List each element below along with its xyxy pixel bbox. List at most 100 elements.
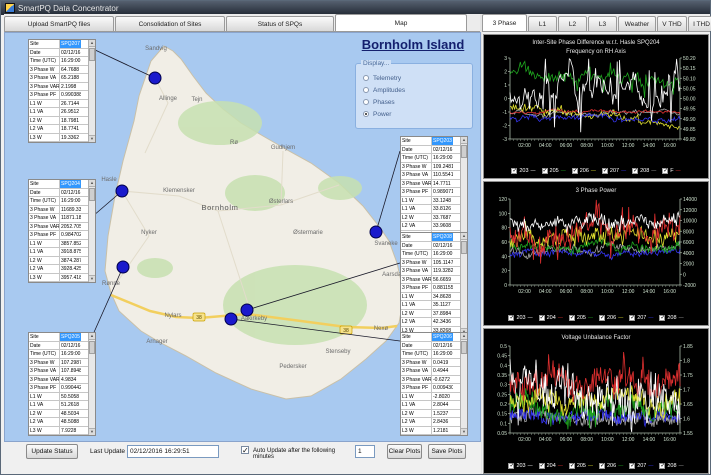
radio-icon[interactable]: [363, 75, 369, 81]
legend-checkbox[interactable]: ✓: [508, 463, 514, 469]
legend-checkbox[interactable]: ✓: [508, 315, 514, 321]
legend-checkbox[interactable]: ✓: [629, 463, 635, 469]
scroll-down-icon[interactable]: ▼: [89, 428, 95, 435]
legend-checkbox[interactable]: ✓: [599, 315, 605, 321]
value-cell: 0.0419: [432, 359, 453, 367]
legend-checkbox[interactable]: ✓: [599, 463, 605, 469]
scroll-thumb[interactable]: [461, 241, 467, 254]
table-scrollbar[interactable]: ▲▼: [88, 333, 95, 435]
legend-checkbox[interactable]: ✓: [539, 463, 545, 469]
scroll-up-icon[interactable]: ▲: [89, 40, 95, 47]
map-panel[interactable]: 3838 SandvigAllingeTejnRøGudhjemHasleKle…: [4, 32, 481, 442]
row-label: 3 Phase PF: [29, 384, 60, 392]
site-marker-spq207[interactable]: [149, 72, 161, 84]
tab-3-phase[interactable]: 3 Phase: [482, 14, 527, 31]
tab-status-of-spqs[interactable]: Status of SPQs: [226, 16, 334, 31]
legend-checkbox[interactable]: ✓: [662, 168, 668, 174]
legend-checkbox[interactable]: ✓: [572, 168, 578, 174]
scroll-up-icon[interactable]: ▲: [89, 180, 95, 187]
table-scrollbar[interactable]: ▲▼: [460, 233, 467, 335]
table-scrollbar[interactable]: ▲▼: [460, 137, 467, 239]
auto-update-checkbox[interactable]: ✓: [241, 446, 249, 454]
site-table-spq206: SiteSPQ206Date02/12/16Time (UTC)16:29:00…: [400, 332, 468, 436]
value-cell: 16:29:00: [432, 154, 453, 162]
display-option-power[interactable]: Power: [356, 108, 472, 120]
last-update-field[interactable]: [127, 445, 219, 458]
site-id-cell[interactable]: SPQ208: [432, 233, 453, 241]
scroll-up-icon[interactable]: ▲: [461, 333, 467, 340]
site-id-cell[interactable]: SPQ207: [60, 40, 81, 48]
site-id-cell[interactable]: SPQ205: [60, 333, 81, 341]
legend-checkbox[interactable]: ✓: [569, 463, 575, 469]
row-label: Site: [29, 180, 60, 188]
value-cell: 35.1127: [432, 301, 453, 309]
legend-checkbox[interactable]: ✓: [659, 315, 665, 321]
tab-upload-smartpq-files[interactable]: Upload SmartPQ files: [4, 16, 114, 31]
display-option-phases[interactable]: Phases: [356, 96, 472, 108]
site-id-cell[interactable]: SPQ204: [60, 180, 81, 188]
left-axis-tick: -2: [503, 124, 508, 130]
chart-legend: ✓203—✓205—✓206—✓207—✓208—✓F—: [484, 165, 708, 177]
scroll-up-icon[interactable]: ▲: [461, 137, 467, 144]
row-label: 3 Phase W: [29, 359, 60, 367]
legend-checkbox[interactable]: ✓: [511, 168, 517, 174]
site-marker-spq208[interactable]: [241, 304, 253, 316]
scroll-thumb[interactable]: [461, 341, 467, 354]
table-scrollbar[interactable]: ▲▼: [460, 333, 467, 435]
radio-icon[interactable]: [363, 99, 369, 105]
update-status-button[interactable]: Update Status: [26, 444, 78, 459]
title-bar[interactable]: SmartPQ Data Concentrator: [1, 1, 710, 15]
scroll-down-icon[interactable]: ▼: [89, 275, 95, 282]
display-option-telemetry[interactable]: Telemetry: [356, 72, 472, 84]
x-axis-tick: 12:00: [622, 289, 635, 295]
value-cell: 0.989071: [432, 188, 453, 196]
tab-l3[interactable]: L3: [588, 16, 617, 31]
auto-update-minutes-field[interactable]: [355, 445, 375, 458]
tab-i-thd[interactable]: I THD: [688, 16, 711, 31]
scroll-up-icon[interactable]: ▲: [461, 233, 467, 240]
scroll-thumb[interactable]: [461, 145, 467, 158]
scroll-down-icon[interactable]: ▼: [461, 428, 467, 435]
table-scrollbar[interactable]: ▲▼: [88, 180, 95, 282]
town-label-nylars: Nylars: [164, 313, 181, 319]
legend-checkbox[interactable]: ✓: [539, 315, 545, 321]
legend-checkbox[interactable]: ✓: [602, 168, 608, 174]
row-label: Time (UTC): [401, 154, 432, 162]
tab-l1[interactable]: L1: [528, 16, 557, 31]
scroll-down-icon[interactable]: ▼: [89, 135, 95, 142]
display-option-amplitudes[interactable]: Amplitudes: [356, 84, 472, 96]
table-row: L2 W48.5034: [29, 410, 95, 419]
clear-plots-button[interactable]: Clear Plots: [387, 444, 422, 459]
table-row: 3 Phase VAR-0.6272: [401, 376, 467, 385]
site-marker-spq204[interactable]: [116, 185, 128, 197]
scroll-thumb[interactable]: [89, 188, 95, 201]
legend-checkbox[interactable]: ✓: [569, 315, 575, 321]
radio-icon[interactable]: [363, 111, 369, 117]
value-cell: 0.881155: [432, 284, 453, 292]
right-axis-tick: -2000: [683, 283, 696, 289]
tab-consolidation-of-sites[interactable]: Consolidation of Sites: [115, 16, 225, 31]
scroll-thumb[interactable]: [89, 48, 95, 61]
radio-icon[interactable]: [363, 87, 369, 93]
tab-map[interactable]: Map: [335, 14, 467, 31]
legend-checkbox[interactable]: ✓: [542, 168, 548, 174]
save-plots-button[interactable]: Save Plots: [428, 444, 466, 459]
legend-label: 204: [547, 315, 556, 321]
tab-weather[interactable]: Weather: [618, 16, 656, 31]
site-marker-spq206[interactable]: [225, 313, 237, 325]
value-cell: 0.990442: [60, 384, 81, 392]
scroll-up-icon[interactable]: ▲: [89, 333, 95, 340]
tab-v-thd[interactable]: V THD: [657, 16, 687, 31]
site-marker-spq205[interactable]: [117, 261, 129, 273]
site-id-cell[interactable]: SPQ206: [432, 333, 453, 341]
tab-l2[interactable]: L2: [558, 16, 587, 31]
site-marker-spq203[interactable]: [370, 226, 382, 238]
left-axis-tick: 60: [501, 240, 507, 246]
scroll-thumb[interactable]: [89, 341, 95, 354]
legend-checkbox[interactable]: ✓: [629, 315, 635, 321]
legend-checkbox[interactable]: ✓: [659, 463, 665, 469]
legend-checkbox[interactable]: ✓: [632, 168, 638, 174]
site-id-cell[interactable]: SPQ203: [432, 137, 453, 145]
legend-item-208: ✓208—: [659, 315, 683, 321]
table-scrollbar[interactable]: ▲▼: [88, 40, 95, 142]
